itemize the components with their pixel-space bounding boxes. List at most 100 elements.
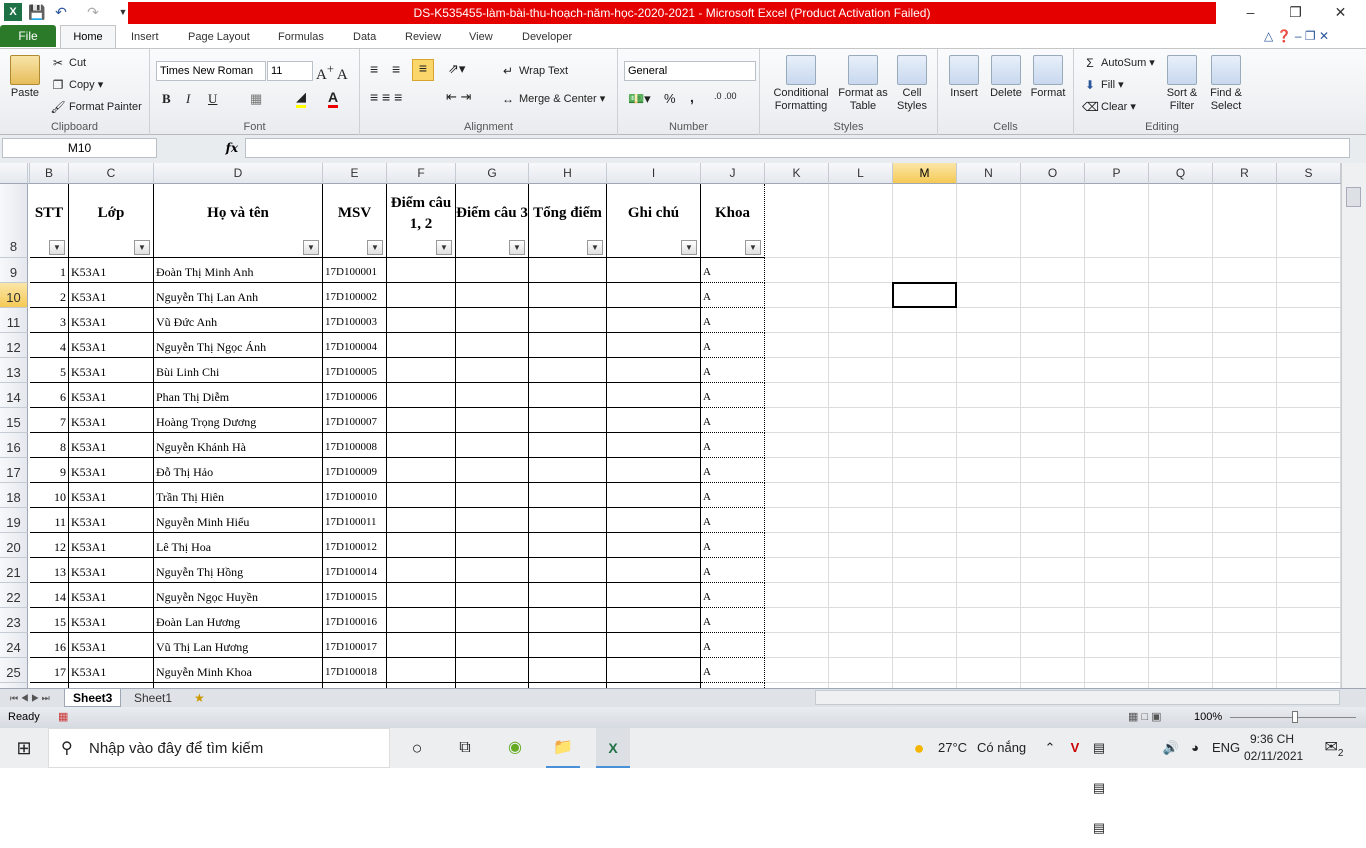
cell-khoa[interactable]: A <box>701 358 765 383</box>
vertical-scroll-thumb[interactable] <box>1346 187 1361 207</box>
cell-name[interactable]: Nguyễn Thị Hồng <box>154 558 323 583</box>
underline-button[interactable]: U <box>208 91 217 107</box>
cell-stt[interactable]: 14 <box>30 583 69 608</box>
column-header-j[interactable]: J <box>701 163 765 184</box>
empty-cell[interactable] <box>387 583 456 608</box>
empty-cell[interactable] <box>607 508 701 533</box>
cell-lop[interactable]: K53A1 <box>69 558 154 583</box>
empty-cell[interactable] <box>1213 333 1277 358</box>
delete-cells-button[interactable]: Delete <box>986 55 1026 100</box>
header-cell[interactable]: Điểm câu 1, 2 ▼ <box>387 184 456 258</box>
empty-cell[interactable] <box>529 358 607 383</box>
empty-cell[interactable] <box>957 633 1021 658</box>
empty-cell[interactable] <box>829 458 893 483</box>
filter-dropdown-icon[interactable]: ▼ <box>134 240 150 255</box>
header-cell[interactable]: Tổng điểm ▼ <box>529 184 607 258</box>
name-box[interactable]: M10 <box>2 138 157 158</box>
empty-cell[interactable] <box>957 533 1021 558</box>
empty-cell[interactable] <box>1021 383 1085 408</box>
cell-khoa[interactable]: A <box>701 258 765 283</box>
row-header-10[interactable]: 10 <box>0 283 28 308</box>
empty-cell[interactable] <box>765 583 829 608</box>
empty-cell[interactable] <box>1085 408 1149 433</box>
empty-cell[interactable] <box>1085 433 1149 458</box>
cell-name[interactable]: Nguyễn Khánh Hà <box>154 433 323 458</box>
cell-name[interactable]: Vũ Thị Lan Hương <box>154 633 323 658</box>
empty-cell[interactable] <box>1149 184 1213 258</box>
empty-cell[interactable] <box>765 283 829 308</box>
cell-stt[interactable]: 7 <box>30 408 69 433</box>
header-cell[interactable]: MSV ▼ <box>323 184 387 258</box>
empty-cell[interactable] <box>1085 483 1149 508</box>
empty-cell[interactable] <box>829 583 893 608</box>
empty-cell[interactable] <box>456 508 529 533</box>
empty-cell[interactable] <box>529 633 607 658</box>
cell-lop[interactable]: K53A1 <box>69 258 154 283</box>
empty-cell[interactable] <box>893 533 957 558</box>
empty-cell[interactable] <box>1277 433 1341 458</box>
cell-lop[interactable]: K53A1 <box>69 333 154 358</box>
empty-cell[interactable] <box>893 508 957 533</box>
decimal-icons[interactable]: .0 .00 <box>714 91 737 101</box>
empty-cell[interactable] <box>387 558 456 583</box>
cell-lop[interactable]: K53A1 <box>69 308 154 333</box>
cell-stt[interactable]: 1 <box>30 258 69 283</box>
empty-cell[interactable] <box>1277 184 1341 258</box>
empty-cell[interactable] <box>1149 658 1213 683</box>
align-middle-icon[interactable]: ≡ <box>392 61 400 77</box>
excel-taskbar-icon[interactable]: X <box>596 728 630 768</box>
empty-cell[interactable] <box>1085 658 1149 683</box>
fill-color-icon[interactable]: ◢ <box>296 89 306 108</box>
empty-cell[interactable] <box>607 658 701 683</box>
empty-cell[interactable] <box>607 358 701 383</box>
row-header-20[interactable]: 20 <box>0 533 28 558</box>
row-header-16[interactable]: 16 <box>0 433 28 458</box>
column-header-m[interactable]: M <box>893 163 957 184</box>
empty-cell[interactable] <box>893 184 957 258</box>
row-header-25[interactable]: 25 <box>0 658 28 683</box>
grow-font-icon[interactable]: A+ A <box>316 62 348 84</box>
empty-cell[interactable] <box>387 433 456 458</box>
empty-cell[interactable] <box>456 633 529 658</box>
filter-dropdown-icon[interactable]: ▼ <box>509 240 525 255</box>
empty-cell[interactable] <box>1277 633 1341 658</box>
cell-lop[interactable]: K53A1 <box>69 508 154 533</box>
empty-cell[interactable] <box>1277 358 1341 383</box>
empty-cell[interactable] <box>1213 458 1277 483</box>
empty-cell[interactable] <box>1149 583 1213 608</box>
empty-cell[interactable] <box>1085 508 1149 533</box>
row-header-22[interactable]: 22 <box>0 583 28 608</box>
empty-cell[interactable] <box>957 433 1021 458</box>
empty-cell[interactable] <box>529 433 607 458</box>
empty-cell[interactable] <box>765 358 829 383</box>
empty-cell[interactable] <box>765 558 829 583</box>
empty-cell[interactable] <box>957 583 1021 608</box>
vertical-scrollbar[interactable] <box>1341 163 1366 688</box>
cell-khoa[interactable]: A <box>701 433 765 458</box>
cell-msv[interactable]: 17D100010 <box>323 483 387 508</box>
empty-cell[interactable] <box>1021 458 1085 483</box>
empty-cell[interactable] <box>1085 383 1149 408</box>
empty-cell[interactable] <box>1021 308 1085 333</box>
cell-stt[interactable]: 12 <box>30 533 69 558</box>
empty-cell[interactable] <box>529 333 607 358</box>
empty-cell[interactable] <box>456 583 529 608</box>
row-header-23[interactable]: 23 <box>0 608 28 633</box>
empty-cell[interactable] <box>957 608 1021 633</box>
empty-cell[interactable] <box>456 308 529 333</box>
empty-cell[interactable] <box>607 458 701 483</box>
empty-cell[interactable] <box>1277 458 1341 483</box>
tab-file[interactable]: File <box>0 25 56 47</box>
empty-cell[interactable] <box>1213 184 1277 258</box>
file-explorer-icon[interactable]: 📁 <box>546 728 580 768</box>
empty-cell[interactable] <box>829 558 893 583</box>
cell-name[interactable]: Bùi Linh Chi <box>154 358 323 383</box>
empty-cell[interactable] <box>607 258 701 283</box>
empty-cell[interactable] <box>1213 258 1277 283</box>
empty-cell[interactable] <box>1149 508 1213 533</box>
empty-cell[interactable] <box>1213 433 1277 458</box>
cell-lop[interactable]: K53A1 <box>69 608 154 633</box>
column-header-d[interactable]: D <box>154 163 323 184</box>
column-header-f[interactable]: F <box>387 163 456 184</box>
empty-cell[interactable] <box>1149 433 1213 458</box>
